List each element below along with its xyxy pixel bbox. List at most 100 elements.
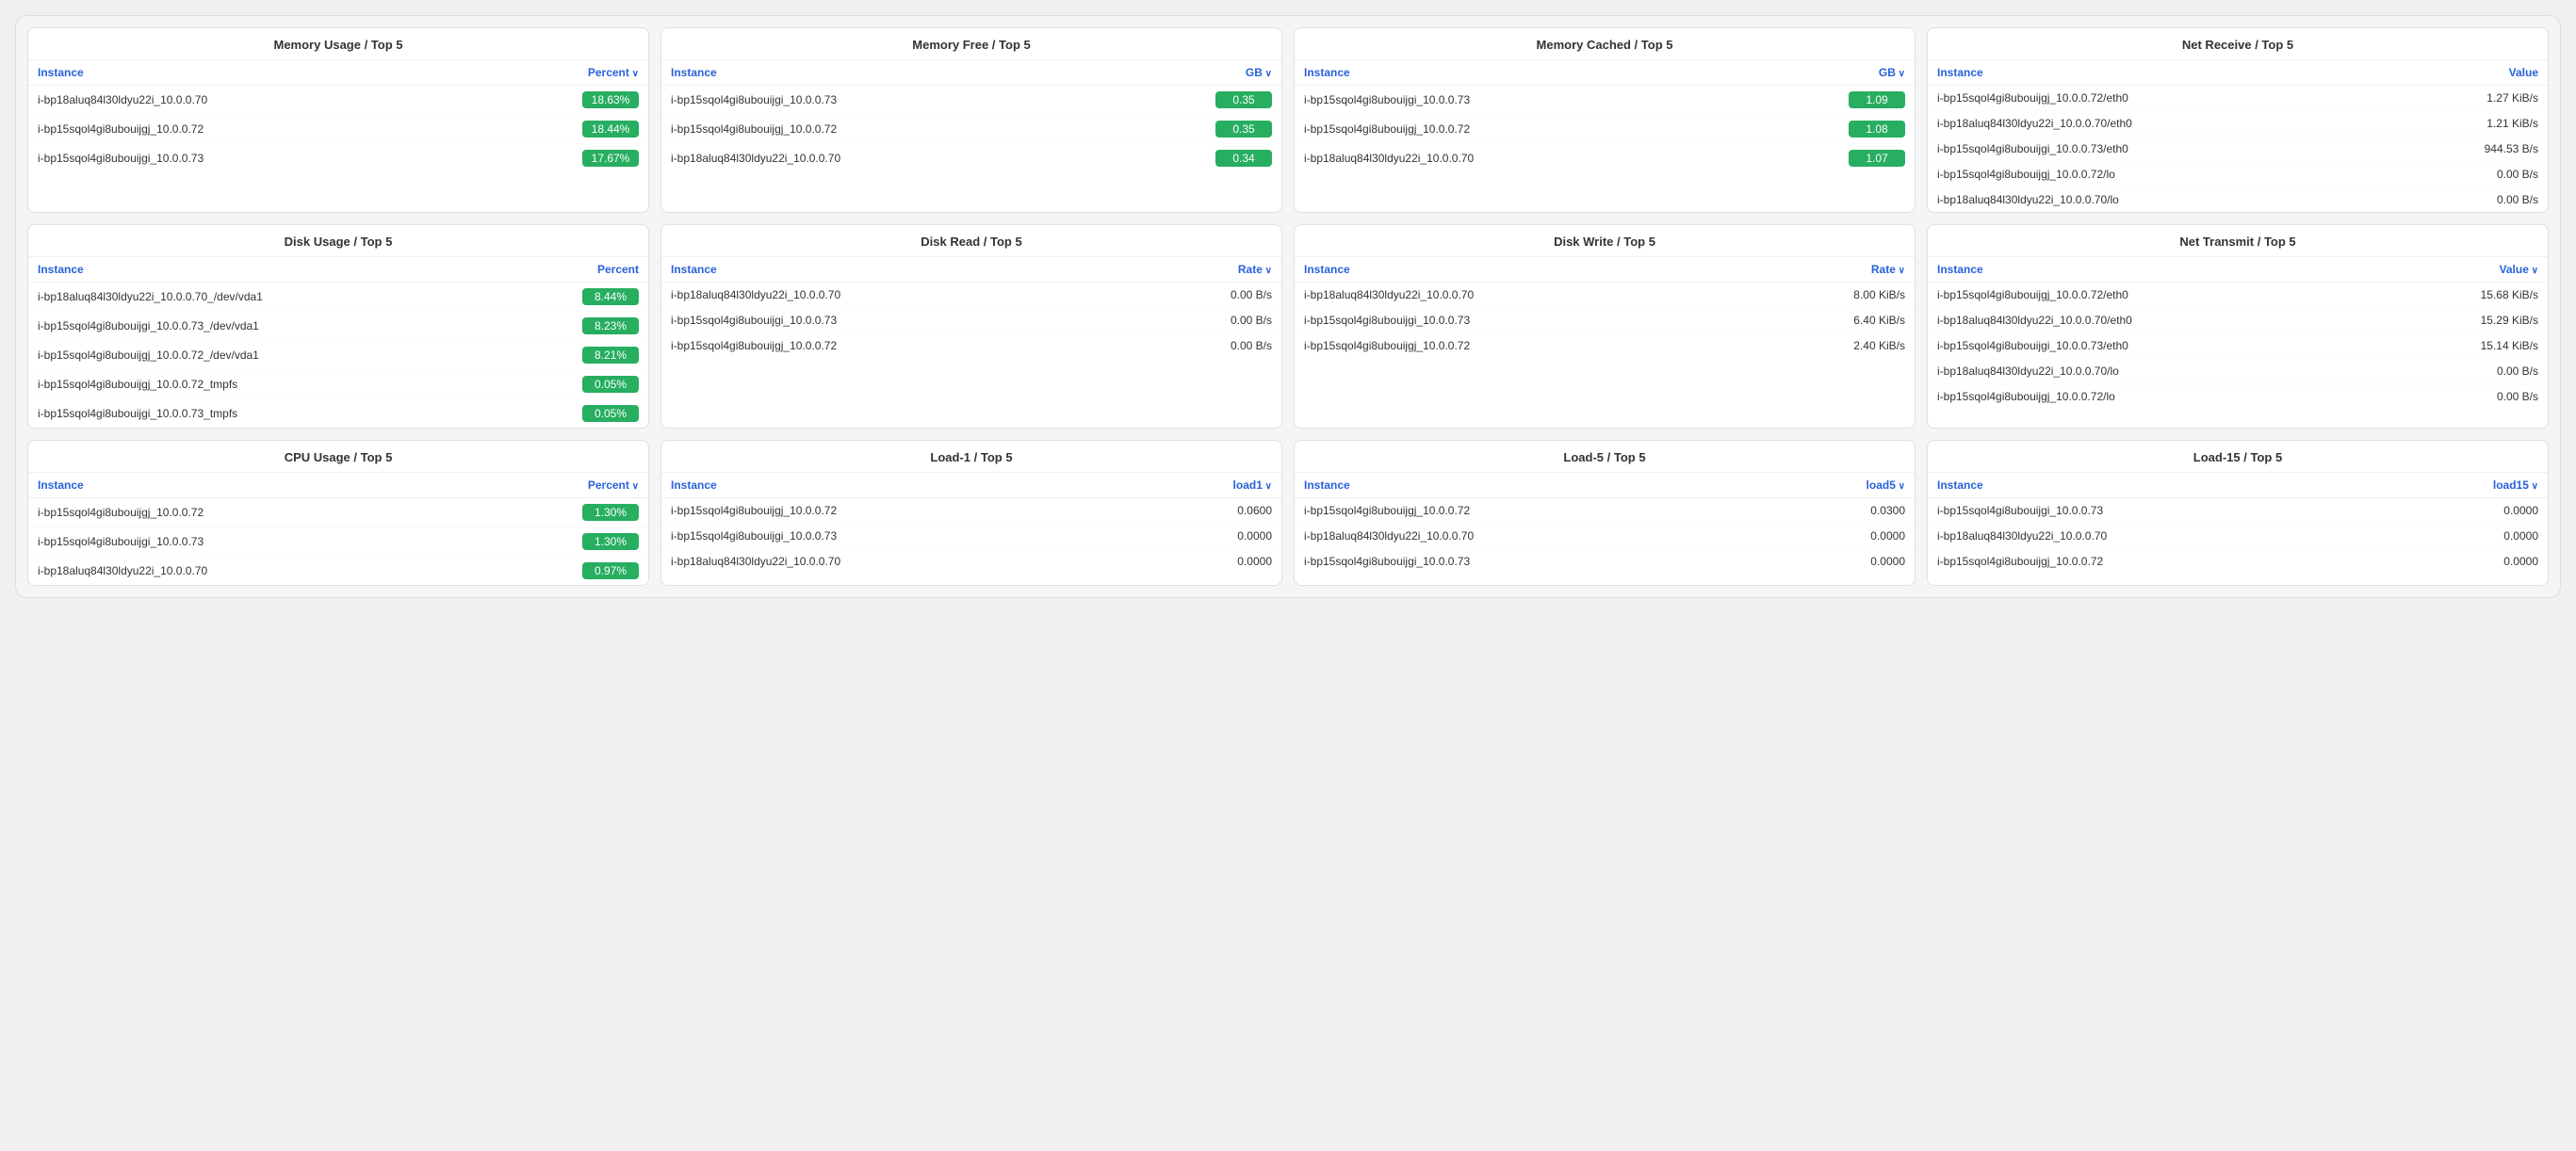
- cell-instance-disk-usage-2: i-bp15sqol4gi8ubouijgj_10.0.0.72_/dev/vd…: [28, 341, 502, 370]
- panel-memory-usage: Memory Usage / Top 5InstancePercenti-bp1…: [27, 27, 649, 213]
- badge-disk-usage-1: 8.23%: [582, 317, 639, 334]
- table-row: i-bp15sqol4gi8ubouijgi_10.0.0.730.0000: [661, 524, 1281, 549]
- col-instance-header-cpu-usage: Instance: [28, 473, 471, 498]
- cell-instance-memory-free-2: i-bp18aluq84l30ldyu22i_10.0.0.70: [661, 144, 1104, 173]
- cell-instance-disk-write-0: i-bp18aluq84l30ldyu22i_10.0.0.70: [1295, 283, 1746, 308]
- panel-cpu-usage: CPU Usage / Top 5InstancePercenti-bp15sq…: [27, 440, 649, 586]
- table-memory-usage: InstancePercenti-bp18aluq84l30ldyu22i_10…: [28, 60, 648, 172]
- cell-value-net-receive-4: 0.00 B/s: [2390, 187, 2548, 213]
- col-instance-header-net-receive: Instance: [1928, 60, 2390, 86]
- cell-instance-disk-read-0: i-bp18aluq84l30ldyu22i_10.0.0.70: [661, 283, 1132, 308]
- cell-instance-memory-free-0: i-bp15sqol4gi8ubouijgi_10.0.0.73: [661, 86, 1104, 115]
- cell-instance-disk-usage-4: i-bp15sqol4gi8ubouijgi_10.0.0.73_tmpfs: [28, 399, 502, 429]
- col-instance-header-disk-write: Instance: [1295, 257, 1746, 283]
- cell-instance-memory-free-1: i-bp15sqol4gi8ubouijgj_10.0.0.72: [661, 115, 1104, 144]
- table-row: i-bp18aluq84l30ldyu22i_10.0.0.700.0000: [661, 549, 1281, 575]
- table-row: i-bp18aluq84l30ldyu22i_10.0.0.700.00 B/s: [661, 283, 1281, 308]
- badge-memory-free-2: 0.34: [1215, 150, 1272, 167]
- cell-instance-net-receive-0: i-bp15sqol4gi8ubouijgj_10.0.0.72/eth0: [1928, 86, 2390, 111]
- table-row: i-bp15sqol4gi8ubouijgi_10.0.0.730.35: [661, 86, 1281, 115]
- col-value-header-disk-write[interactable]: Rate: [1746, 257, 1915, 283]
- panel-disk-usage: Disk Usage / Top 5InstancePercenti-bp18a…: [27, 224, 649, 429]
- cell-instance-cpu-usage-1: i-bp15sqol4gi8ubouijgi_10.0.0.73: [28, 527, 471, 557]
- table-row: i-bp15sqol4gi8ubouijgj_10.0.0.720.00 B/s: [661, 333, 1281, 359]
- panel-title-load-1: Load-1 / Top 5: [661, 441, 1281, 473]
- panel-title-net-receive: Net Receive / Top 5: [1928, 28, 2548, 60]
- col-value-header-load-5[interactable]: load5: [1769, 473, 1915, 498]
- panel-title-disk-read: Disk Read / Top 5: [661, 225, 1281, 257]
- cell-instance-disk-usage-3: i-bp15sqol4gi8ubouijgj_10.0.0.72_tmpfs: [28, 370, 502, 399]
- cell-instance-net-transmit-3: i-bp18aluq84l30ldyu22i_10.0.0.70/lo: [1928, 359, 2384, 384]
- cell-value-load-1-1: 0.0000: [1135, 524, 1281, 549]
- table-disk-read: InstanceRatei-bp18aluq84l30ldyu22i_10.0.…: [661, 257, 1281, 358]
- table-row: i-bp15sqol4gi8ubouijgi_10.0.0.731.09: [1295, 86, 1915, 115]
- badge-disk-usage-3: 0.05%: [582, 376, 639, 393]
- table-cpu-usage: InstancePercenti-bp15sqol4gi8ubouijgj_10…: [28, 473, 648, 585]
- table-row: i-bp15sqol4gi8ubouijgj_10.0.0.72_/dev/vd…: [28, 341, 648, 370]
- cell-value-net-transmit-1: 15.29 KiB/s: [2384, 308, 2548, 333]
- col-value-header-memory-free[interactable]: GB: [1104, 60, 1281, 86]
- cell-value-memory-usage-1: 18.44%: [471, 115, 648, 144]
- col-instance-header-load-15: Instance: [1928, 473, 2390, 498]
- cell-value-memory-free-0: 0.35: [1104, 86, 1281, 115]
- panel-load-5: Load-5 / Top 5Instanceload5i-bp15sqol4gi…: [1294, 440, 1916, 586]
- col-instance-header-memory-free: Instance: [661, 60, 1104, 86]
- col-value-header-load-1[interactable]: load1: [1135, 473, 1281, 498]
- cell-value-disk-read-1: 0.00 B/s: [1132, 308, 1281, 333]
- cell-instance-load-1-2: i-bp18aluq84l30ldyu22i_10.0.0.70: [661, 549, 1135, 575]
- cell-value-cpu-usage-0: 1.30%: [471, 498, 648, 527]
- table-row: i-bp18aluq84l30ldyu22i_10.0.0.700.97%: [28, 557, 648, 586]
- cell-instance-load-15-0: i-bp15sqol4gi8ubouijgi_10.0.0.73: [1928, 498, 2390, 524]
- table-row: i-bp18aluq84l30ldyu22i_10.0.0.701.07: [1295, 144, 1915, 173]
- col-value-header-load-15[interactable]: load15: [2390, 473, 2548, 498]
- cell-instance-disk-usage-1: i-bp15sqol4gi8ubouijgi_10.0.0.73_/dev/vd…: [28, 312, 502, 341]
- badge-cpu-usage-1: 1.30%: [582, 533, 639, 550]
- col-value-header-cpu-usage[interactable]: Percent: [471, 473, 648, 498]
- cell-instance-load-15-2: i-bp15sqol4gi8ubouijgj_10.0.0.72: [1928, 549, 2390, 575]
- col-instance-header-memory-usage: Instance: [28, 60, 471, 86]
- table-row: i-bp15sqol4gi8ubouijgi_10.0.0.73_tmpfs 0.…: [28, 399, 648, 429]
- cell-instance-net-receive-3: i-bp15sqol4gi8ubouijgj_10.0.0.72/lo: [1928, 162, 2390, 187]
- badge-memory-free-1: 0.35: [1215, 121, 1272, 138]
- col-value-header-disk-read[interactable]: Rate: [1132, 257, 1281, 283]
- cell-instance-memory-cached-2: i-bp18aluq84l30ldyu22i_10.0.0.70: [1295, 144, 1737, 173]
- table-row: i-bp15sqol4gi8ubouijgj_10.0.0.72_tmpfs 0.…: [28, 370, 648, 399]
- badge-memory-usage-1: 18.44%: [582, 121, 639, 138]
- table-row: i-bp15sqol4gi8ubouijgi_10.0.0.73/eth015.…: [1928, 333, 2548, 359]
- panel-memory-cached: Memory Cached / Top 5InstanceGBi-bp15sqo…: [1294, 27, 1916, 213]
- cell-value-load-15-0: 0.0000: [2390, 498, 2548, 524]
- cell-value-load-5-1: 0.0000: [1769, 524, 1915, 549]
- badge-disk-usage-4: 0.05%: [582, 405, 639, 422]
- cell-value-load-5-2: 0.0000: [1769, 549, 1915, 575]
- table-disk-write: InstanceRatei-bp18aluq84l30ldyu22i_10.0.…: [1295, 257, 1915, 358]
- table-row: i-bp18aluq84l30ldyu22i_10.0.0.700.0000: [1928, 524, 2548, 549]
- cell-value-disk-read-0: 0.00 B/s: [1132, 283, 1281, 308]
- cell-value-memory-cached-0: 1.09: [1737, 86, 1915, 115]
- dashboard: Memory Usage / Top 5InstancePercenti-bp1…: [15, 15, 2561, 598]
- col-value-header-memory-cached[interactable]: GB: [1737, 60, 1915, 86]
- cell-value-cpu-usage-1: 1.30%: [471, 527, 648, 557]
- col-value-header-net-receive: Value: [2390, 60, 2548, 86]
- cell-value-load-1-2: 0.0000: [1135, 549, 1281, 575]
- cell-value-disk-write-0: 8.00 KiB/s: [1746, 283, 1915, 308]
- table-row: i-bp15sqol4gi8ubouijgi_10.0.0.73 1.30%: [28, 527, 648, 557]
- cell-value-net-transmit-0: 15.68 KiB/s: [2384, 283, 2548, 308]
- cell-value-disk-write-1: 6.40 KiB/s: [1746, 308, 1915, 333]
- table-row: i-bp15sqol4gi8ubouijgi_10.0.0.736.40 KiB…: [1295, 308, 1915, 333]
- cell-value-net-transmit-4: 0.00 B/s: [2384, 384, 2548, 410]
- cell-instance-load-1-0: i-bp15sqol4gi8ubouijgj_10.0.0.72: [661, 498, 1135, 524]
- cell-value-memory-free-1: 0.35: [1104, 115, 1281, 144]
- col-instance-header-memory-cached: Instance: [1295, 60, 1737, 86]
- table-row: i-bp15sqol4gi8ubouijgj_10.0.0.72/lo0.00 …: [1928, 384, 2548, 410]
- table-row: i-bp15sqol4gi8ubouijgj_10.0.0.722.40 KiB…: [1295, 333, 1915, 359]
- cell-value-net-receive-2: 944.53 B/s: [2390, 137, 2548, 162]
- cell-value-load-1-0: 0.0600: [1135, 498, 1281, 524]
- col-value-header-net-transmit[interactable]: Value: [2384, 257, 2548, 283]
- table-row: i-bp15sqol4gi8ubouijgi_10.0.0.73_/dev/vd…: [28, 312, 648, 341]
- table-memory-free: InstanceGBi-bp15sqol4gi8ubouijgi_10.0.0.…: [661, 60, 1281, 172]
- col-value-header-disk-usage: Percent: [502, 257, 648, 283]
- cell-instance-load-1-1: i-bp15sqol4gi8ubouijgi_10.0.0.73: [661, 524, 1135, 549]
- cell-instance-net-receive-2: i-bp15sqol4gi8ubouijgi_10.0.0.73/eth0: [1928, 137, 2390, 162]
- col-value-header-memory-usage[interactable]: Percent: [471, 60, 648, 86]
- panel-title-memory-free: Memory Free / Top 5: [661, 28, 1281, 60]
